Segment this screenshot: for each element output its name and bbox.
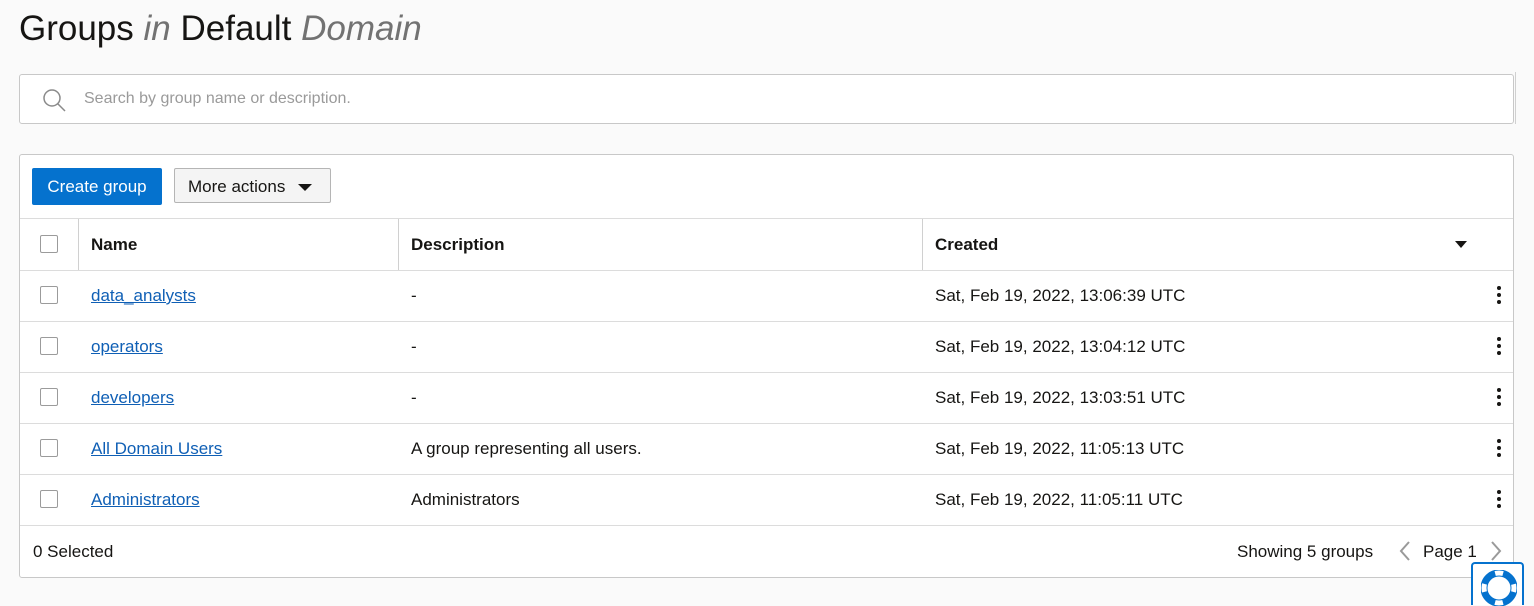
page-label: Page 1 [1423,542,1477,561]
kebab-menu-icon[interactable] [1495,286,1503,306]
group-created: Sat, Feb 19, 2022, 13:03:51 UTC [935,388,1186,407]
help-button[interactable] [1471,562,1524,606]
more-actions-button[interactable]: More actions [174,168,331,203]
sort-caret-icon[interactable] [1455,241,1467,248]
more-actions-label: More actions [188,177,286,196]
column-header-created[interactable]: Created [935,219,998,270]
group-created: Sat, Feb 19, 2022, 13:04:12 UTC [935,337,1186,356]
row-checkbox[interactable] [40,286,58,304]
group-created: Sat, Feb 19, 2022, 13:06:39 UTC [935,286,1186,305]
group-name-link[interactable]: All Domain Users [91,423,222,474]
group-description: - [411,337,417,356]
table-row: All Domain Users A group representing al… [20,423,1513,474]
group-description: - [411,388,417,407]
group-name-link[interactable]: Administrators [91,474,200,525]
group-description: A group representing all users. [411,439,642,458]
row-checkbox[interactable] [40,337,58,355]
kebab-menu-icon[interactable] [1495,388,1503,408]
table-row: developers - Sat, Feb 19, 2022, 13:03:51… [20,372,1513,423]
showing-count: Showing 5 groups [1237,542,1374,561]
lifebuoy-help-icon [1481,570,1517,606]
selected-count: 0 Selected [33,542,114,561]
group-description: - [411,286,417,305]
column-divider [78,219,79,270]
column-header-name[interactable]: Name [91,219,137,270]
select-all-checkbox[interactable] [40,235,58,253]
divider [20,218,1513,219]
title-domain-name: Default [180,9,292,48]
row-checkbox[interactable] [40,388,58,406]
column-header-description[interactable]: Description [411,219,505,270]
page-title: Groups in Default Domain [19,8,422,50]
groups-table-panel: Create group More actions Name Descripti… [19,154,1514,578]
group-created: Sat, Feb 19, 2022, 11:05:11 UTC [935,490,1183,509]
kebab-menu-icon[interactable] [1495,337,1503,357]
column-divider [922,219,923,270]
row-checkbox[interactable] [40,490,58,508]
row-checkbox[interactable] [40,439,58,457]
search-bar [19,74,1514,124]
group-name-link[interactable]: developers [91,372,174,423]
title-in: in [143,9,171,48]
caret-down-icon [298,184,312,191]
group-created: Sat, Feb 19, 2022, 11:05:13 UTC [935,439,1185,458]
search-icon [43,89,66,112]
group-name-link[interactable]: data_analysts [91,270,196,321]
kebab-menu-icon[interactable] [1495,490,1503,510]
table-row: operators - Sat, Feb 19, 2022, 13:04:12 … [20,321,1513,372]
column-divider [398,219,399,270]
chevron-left-icon[interactable] [1398,540,1412,562]
chevron-right-icon[interactable] [1489,540,1503,562]
group-name-link[interactable]: operators [91,321,163,372]
table-row: data_analysts - Sat, Feb 19, 2022, 13:06… [20,270,1513,321]
group-description: Administrators [411,490,520,509]
create-group-button[interactable]: Create group [32,168,162,205]
title-groups: Groups [19,9,134,48]
table-row: Administrators Administrators Sat, Feb 1… [20,474,1513,525]
kebab-menu-icon[interactable] [1495,439,1503,459]
right-divider [1515,72,1516,124]
search-input[interactable] [84,75,1484,123]
title-domain: Domain [301,9,422,48]
